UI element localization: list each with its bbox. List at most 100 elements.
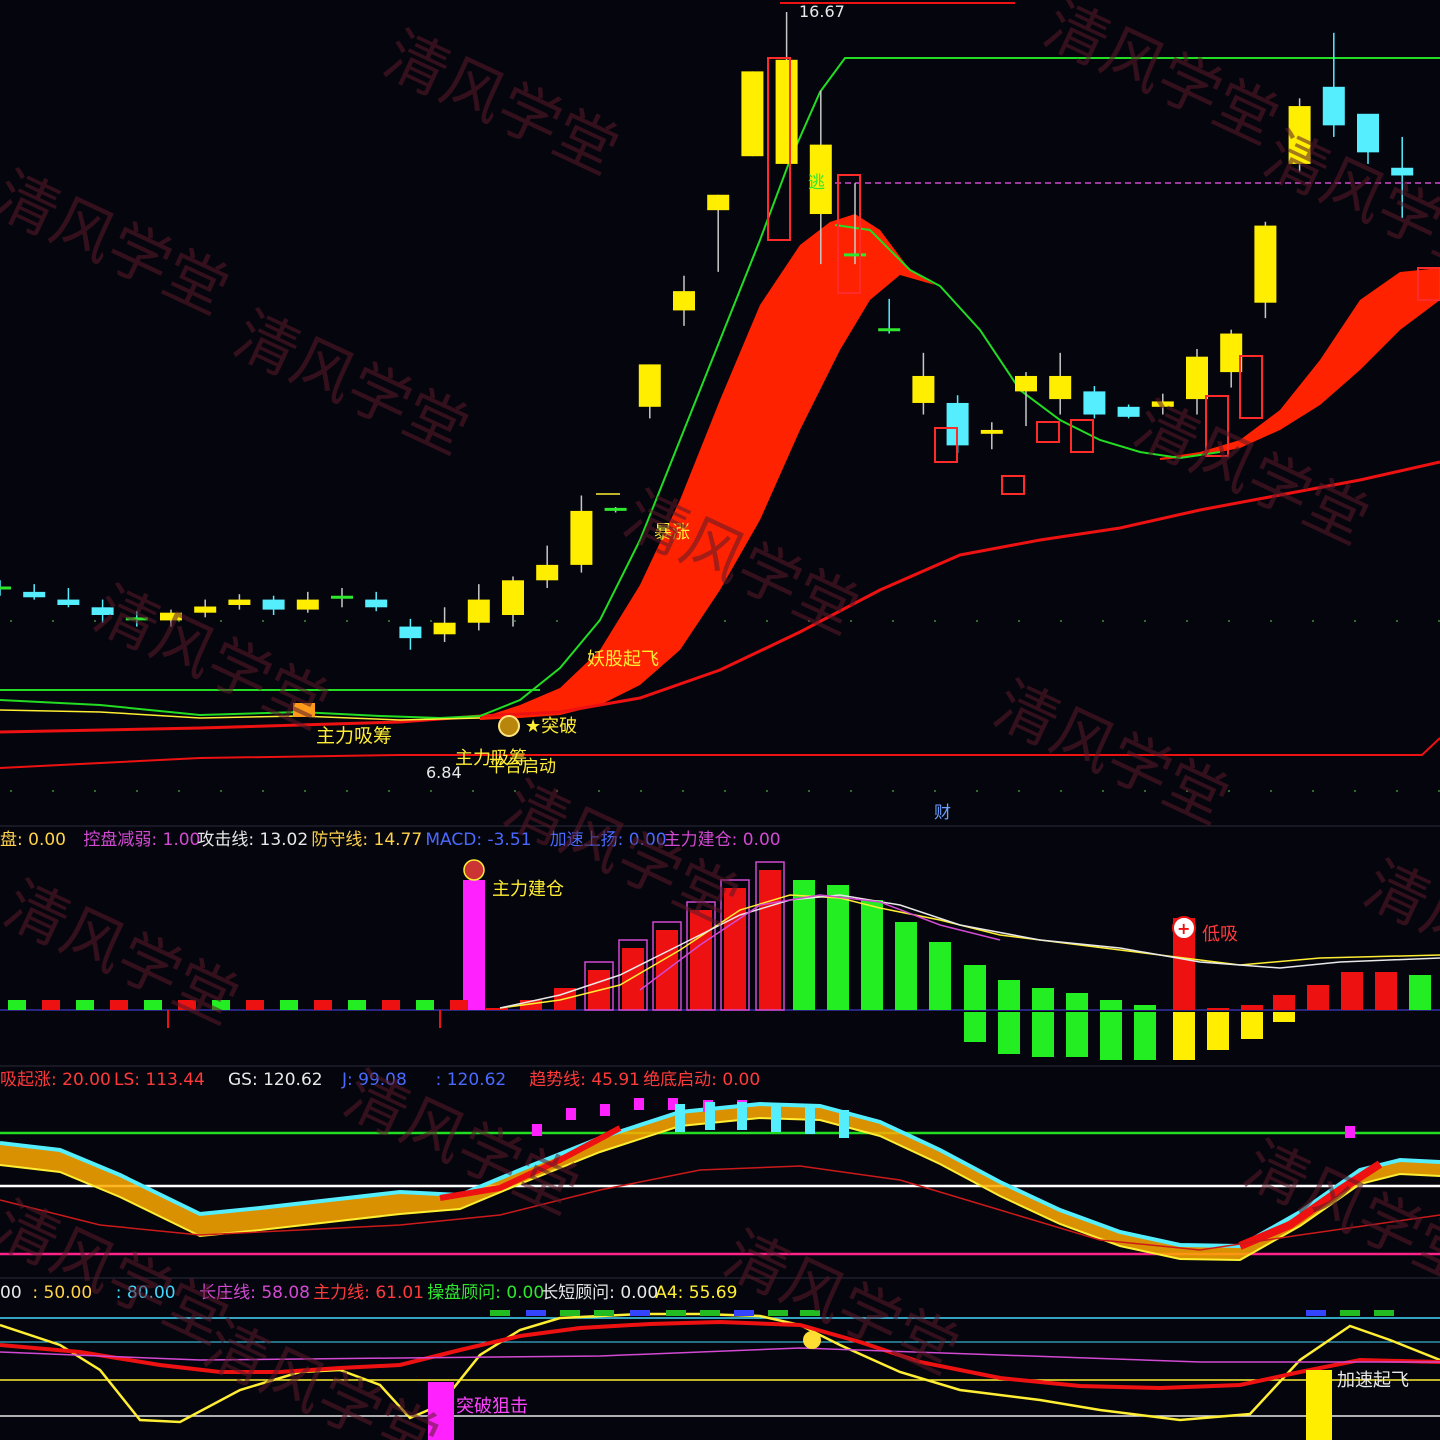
grid-dot bbox=[430, 620, 432, 622]
grid-dot bbox=[1354, 790, 1356, 792]
grid-dot bbox=[472, 790, 474, 792]
candle-body bbox=[912, 375, 935, 403]
candle-body bbox=[1049, 375, 1072, 400]
candle-body bbox=[1186, 356, 1208, 400]
grid-dot bbox=[262, 790, 264, 792]
grid-dot bbox=[724, 790, 726, 792]
candle-body bbox=[775, 59, 798, 164]
macd-bar bbox=[1375, 972, 1397, 1010]
macd-small-bar bbox=[450, 1000, 468, 1010]
macd-bar bbox=[1207, 1008, 1229, 1010]
legend-item: 控盘减弱: 1.00 bbox=[83, 830, 200, 850]
advisor-signal-block bbox=[1340, 1310, 1360, 1316]
legend-item: LS: 113.44 bbox=[114, 1070, 205, 1090]
legend-item: 趋势线: 45.91 bbox=[529, 1070, 640, 1090]
legend-item: 绝底启动: 0.00 bbox=[643, 1070, 760, 1090]
macd-bar bbox=[1100, 1000, 1122, 1010]
candle-body bbox=[228, 599, 251, 605]
candle-body bbox=[399, 626, 422, 639]
macd-bar bbox=[964, 965, 986, 1010]
grid-dot bbox=[1396, 790, 1398, 792]
grid-dot bbox=[262, 620, 264, 622]
candle-body bbox=[673, 291, 695, 311]
grid-dot bbox=[1102, 790, 1104, 792]
jiancang-bar bbox=[463, 880, 485, 1010]
macd-small-bar bbox=[42, 1000, 60, 1010]
candle-body bbox=[1322, 86, 1345, 126]
demon-stock-label: 妖股起飞 bbox=[587, 649, 659, 670]
grid-dot bbox=[346, 620, 348, 622]
macd-bar bbox=[1341, 972, 1363, 1010]
advisor-signal-block bbox=[666, 1310, 686, 1316]
panel2-dixi-label: 低吸 bbox=[1202, 924, 1238, 945]
macd-neg-bar bbox=[1241, 1012, 1263, 1039]
candle-body bbox=[980, 429, 1003, 434]
grid-dot bbox=[388, 620, 390, 622]
candle-body bbox=[536, 564, 559, 581]
main-accumulate-label: 主力吸筹 bbox=[316, 725, 392, 747]
advisor-signal-block bbox=[526, 1310, 546, 1316]
candle-body bbox=[365, 599, 388, 608]
escape-label: 逃 bbox=[808, 173, 825, 193]
panel4-tupo-label: 突破狙击 bbox=[456, 1396, 528, 1417]
macd-neg-bar bbox=[1207, 1012, 1229, 1050]
grid-dot bbox=[220, 790, 222, 792]
kdj-magenta-marker bbox=[600, 1104, 610, 1116]
candle-body bbox=[570, 510, 593, 565]
breakout-label: ★突破 bbox=[525, 716, 577, 737]
grid-dot bbox=[808, 790, 810, 792]
candle-body bbox=[1220, 333, 1243, 373]
grid-dot bbox=[10, 620, 12, 622]
legend-item: 00 bbox=[0, 1283, 22, 1303]
candle-body bbox=[433, 622, 456, 635]
macd-neg-bar bbox=[1032, 1012, 1054, 1057]
candle-body bbox=[1357, 113, 1379, 153]
macd-neg-bar bbox=[998, 1012, 1020, 1054]
advisor-signal-block bbox=[594, 1310, 614, 1316]
candle-body bbox=[707, 194, 730, 211]
cai-marker: 财 bbox=[934, 803, 951, 823]
grid-dot bbox=[388, 790, 390, 792]
grid-dot bbox=[1186, 620, 1188, 622]
high-price-label: 16.67 bbox=[799, 2, 845, 21]
legend-item: 操盘顾问: 0.00 bbox=[427, 1283, 544, 1303]
advisor-signal-block bbox=[1306, 1310, 1326, 1316]
grid-dot bbox=[1312, 620, 1314, 622]
advisor-signal-block bbox=[1374, 1310, 1394, 1316]
kdj-magenta-marker bbox=[532, 1124, 542, 1136]
grid-dot bbox=[1396, 620, 1398, 622]
macd-bar bbox=[929, 942, 951, 1010]
grid-dot bbox=[136, 790, 138, 792]
grid-dot bbox=[1312, 790, 1314, 792]
grid-dot bbox=[766, 790, 768, 792]
candle-body bbox=[296, 599, 319, 610]
smiley-icon bbox=[803, 1331, 821, 1349]
advisor-signal-block bbox=[560, 1310, 580, 1316]
macd-neg-bar bbox=[1066, 1012, 1088, 1057]
grid-dot bbox=[430, 790, 432, 792]
macd-bar bbox=[1134, 1005, 1156, 1010]
macd-bar bbox=[1273, 995, 1295, 1010]
candle-body bbox=[1117, 406, 1140, 417]
grid-dot bbox=[514, 620, 516, 622]
macd-small-bar bbox=[246, 1000, 264, 1010]
macd-small-bar bbox=[416, 1000, 434, 1010]
macd-bar bbox=[827, 885, 849, 1010]
macd-bar bbox=[1241, 1005, 1263, 1010]
legend-item: 主力线: 61.01 bbox=[313, 1283, 424, 1303]
macd-bar bbox=[998, 980, 1020, 1010]
grid-dot bbox=[304, 790, 306, 792]
kdj-cyan-marker bbox=[737, 1102, 747, 1130]
grid-dot bbox=[1228, 620, 1230, 622]
legend-item: : 120.62 bbox=[436, 1070, 507, 1090]
macd-bar bbox=[1307, 985, 1329, 1010]
grid-dot bbox=[1144, 620, 1146, 622]
macd-bar bbox=[861, 900, 883, 1010]
grid-dot bbox=[976, 620, 978, 622]
macd-small-bar bbox=[76, 1000, 94, 1010]
grid-dot bbox=[682, 790, 684, 792]
macd-neg-bar bbox=[1273, 1012, 1295, 1022]
grid-dot bbox=[94, 790, 96, 792]
kdj-magenta-marker bbox=[634, 1098, 644, 1110]
kdj-cyan-marker bbox=[839, 1110, 849, 1138]
